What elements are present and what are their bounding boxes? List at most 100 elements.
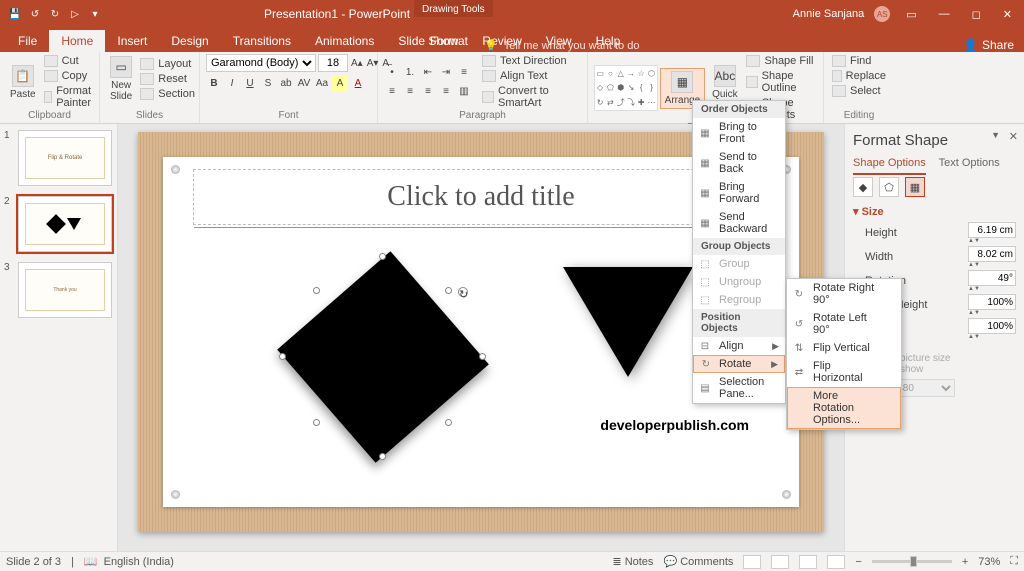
font-color-button[interactable]: A bbox=[350, 75, 366, 91]
rotate-right-item[interactable]: ↻Rotate Right 90° bbox=[787, 279, 901, 309]
height-spinner[interactable]: ▲▼ bbox=[968, 238, 980, 244]
cut-button[interactable]: Cut bbox=[42, 54, 99, 68]
slide-thumbnail-3[interactable]: Thank you bbox=[18, 262, 112, 318]
bullets-button[interactable]: • bbox=[384, 65, 400, 81]
zoom-slider[interactable] bbox=[872, 560, 952, 563]
tab-file[interactable]: File bbox=[6, 30, 49, 52]
bring-to-front-item[interactable]: ▦Bring to Front bbox=[693, 118, 785, 148]
reset-button[interactable]: Reset bbox=[138, 72, 197, 86]
strike-button[interactable]: S bbox=[260, 75, 276, 91]
paste-button[interactable]: 📋 Paste bbox=[6, 63, 40, 102]
decrease-indent-button[interactable]: ⇤ bbox=[420, 65, 436, 81]
selection-pane-item[interactable]: ▤Selection Pane... bbox=[693, 373, 785, 403]
rotation-input[interactable] bbox=[968, 270, 1016, 286]
width-spinner[interactable]: ▲▼ bbox=[968, 262, 980, 268]
minimize-icon[interactable]: — bbox=[933, 6, 956, 22]
size-section-header[interactable]: ▾ Size bbox=[853, 205, 1016, 218]
user-name[interactable]: Annie Sanjana bbox=[793, 8, 865, 20]
redo-icon[interactable]: ↻ bbox=[48, 7, 62, 21]
pane-close-icon[interactable]: ✕ bbox=[1009, 130, 1018, 143]
rotation-handle[interactable]: ↻ bbox=[458, 287, 468, 297]
scale-height-input[interactable] bbox=[968, 294, 1016, 310]
align-left-button[interactable]: ≡ bbox=[384, 84, 400, 100]
resize-handle[interactable] bbox=[279, 353, 286, 360]
align-text-button[interactable]: Align Text bbox=[480, 69, 581, 83]
autosave-icon[interactable]: 💾 bbox=[8, 7, 22, 21]
tell-me-search[interactable]: 💡 Tell me what you want to do bbox=[484, 39, 639, 52]
text-direction-button[interactable]: Text Direction bbox=[480, 54, 581, 68]
replace-button[interactable]: Replace bbox=[830, 69, 888, 83]
zoom-percent[interactable]: 73% bbox=[978, 556, 1000, 568]
tab-insert[interactable]: Insert bbox=[105, 30, 159, 52]
title-placeholder[interactable]: Click to add title bbox=[193, 169, 769, 225]
flip-horizontal-item[interactable]: ⇄Flip Horizontal bbox=[787, 357, 901, 387]
slide-thumbnail-2[interactable] bbox=[18, 196, 112, 252]
tab-transitions[interactable]: Transitions bbox=[221, 30, 303, 52]
tab-format[interactable]: Format bbox=[418, 30, 480, 52]
section-button[interactable]: Section bbox=[138, 87, 197, 101]
pane-tab-text-options[interactable]: Text Options bbox=[939, 157, 1000, 173]
reading-view-icon[interactable] bbox=[799, 555, 817, 569]
selected-rectangle-shape[interactable]: ↻ bbox=[283, 257, 483, 457]
shape-outline-button[interactable]: Shape Outline bbox=[744, 69, 817, 95]
slide-sorter-view-icon[interactable] bbox=[771, 555, 789, 569]
normal-view-icon[interactable] bbox=[743, 555, 761, 569]
triangle-shape[interactable] bbox=[563, 267, 693, 377]
user-avatar[interactable]: AS bbox=[874, 6, 890, 22]
share-button[interactable]: 👤 Share bbox=[963, 38, 1014, 52]
pane-tab-shape-options[interactable]: Shape Options bbox=[853, 157, 926, 175]
align-right-button[interactable]: ≡ bbox=[420, 84, 436, 100]
start-from-beginning-icon[interactable]: ▷ bbox=[68, 7, 82, 21]
shape-body[interactable] bbox=[277, 251, 489, 463]
slide-thumbnail-1[interactable]: Flip & Rotate bbox=[18, 130, 112, 186]
justify-button[interactable]: ≡ bbox=[438, 84, 454, 100]
align-item[interactable]: ⊟Align▶ bbox=[693, 337, 785, 355]
new-slide-button[interactable]: ▭ New Slide bbox=[106, 54, 136, 104]
shapes-gallery[interactable]: ▭○△→☆⬡ ◇⬠⬢↘{} ↻⇄⤴⤵✚⋯ bbox=[594, 65, 658, 111]
line-spacing-button[interactable]: ≡ bbox=[456, 65, 472, 81]
language-indicator[interactable]: English (India) bbox=[104, 556, 174, 568]
notes-button[interactable]: ≣ Notes bbox=[612, 555, 653, 568]
rotate-left-item[interactable]: ↺Rotate Left 90° bbox=[787, 309, 901, 339]
resize-handle[interactable] bbox=[445, 287, 452, 294]
zoom-in-button[interactable]: + bbox=[962, 556, 968, 568]
comments-button[interactable]: 💬 Comments bbox=[663, 555, 733, 568]
zoom-out-button[interactable]: − bbox=[855, 556, 861, 568]
fit-to-window-icon[interactable]: ⛶ bbox=[1010, 555, 1018, 568]
scale-height-spinner[interactable]: ▲▼ bbox=[968, 310, 980, 316]
qat-customize-icon[interactable]: ▾ bbox=[88, 7, 102, 21]
shape-fill-button[interactable]: Shape Fill bbox=[744, 54, 817, 68]
slideshow-view-icon[interactable] bbox=[827, 555, 845, 569]
slide-thumbnails-panel[interactable]: 1 Flip & Rotate 2 3 Thank you bbox=[0, 124, 118, 551]
change-case-button[interactable]: Aa bbox=[314, 75, 330, 91]
resize-handle[interactable] bbox=[445, 419, 452, 426]
tab-animations[interactable]: Animations bbox=[303, 30, 386, 52]
highlight-button[interactable]: A bbox=[332, 75, 348, 91]
font-name-combo[interactable]: Garamond (Body) bbox=[206, 54, 316, 72]
maximize-icon[interactable]: ◻ bbox=[966, 6, 987, 23]
find-button[interactable]: Find bbox=[830, 54, 888, 68]
resize-handle[interactable] bbox=[379, 253, 386, 260]
slide-counter[interactable]: Slide 2 of 3 bbox=[6, 556, 61, 568]
char-spacing-button[interactable]: AV bbox=[296, 75, 312, 91]
resize-handle[interactable] bbox=[379, 453, 386, 460]
scale-width-input[interactable] bbox=[968, 318, 1016, 334]
bold-button[interactable]: B bbox=[206, 75, 222, 91]
flip-vertical-item[interactable]: ⇅Flip Vertical bbox=[787, 339, 901, 357]
resize-handle[interactable] bbox=[313, 419, 320, 426]
convert-smartart-button[interactable]: Convert to SmartArt bbox=[480, 84, 581, 110]
send-backward-item[interactable]: ▦Send Backward bbox=[693, 208, 785, 238]
ribbon-display-options-icon[interactable]: ▭ bbox=[900, 6, 922, 23]
width-input[interactable] bbox=[968, 246, 1016, 262]
underline-button[interactable]: U bbox=[242, 75, 258, 91]
more-rotation-item[interactable]: More Rotation Options... bbox=[787, 387, 901, 429]
size-properties-icon[interactable]: ▦ bbox=[905, 177, 925, 197]
font-size-input[interactable] bbox=[318, 54, 348, 72]
fill-line-icon[interactable]: ◆ bbox=[853, 177, 873, 197]
spellcheck-icon[interactable]: 📖 bbox=[84, 555, 98, 568]
rotate-item[interactable]: ↻Rotate▶ bbox=[693, 355, 785, 373]
undo-icon[interactable]: ↺ bbox=[28, 7, 42, 21]
grow-font-icon[interactable]: A▴ bbox=[350, 55, 364, 71]
numbering-button[interactable]: 1. bbox=[402, 65, 418, 81]
tab-home[interactable]: Home bbox=[49, 30, 105, 52]
